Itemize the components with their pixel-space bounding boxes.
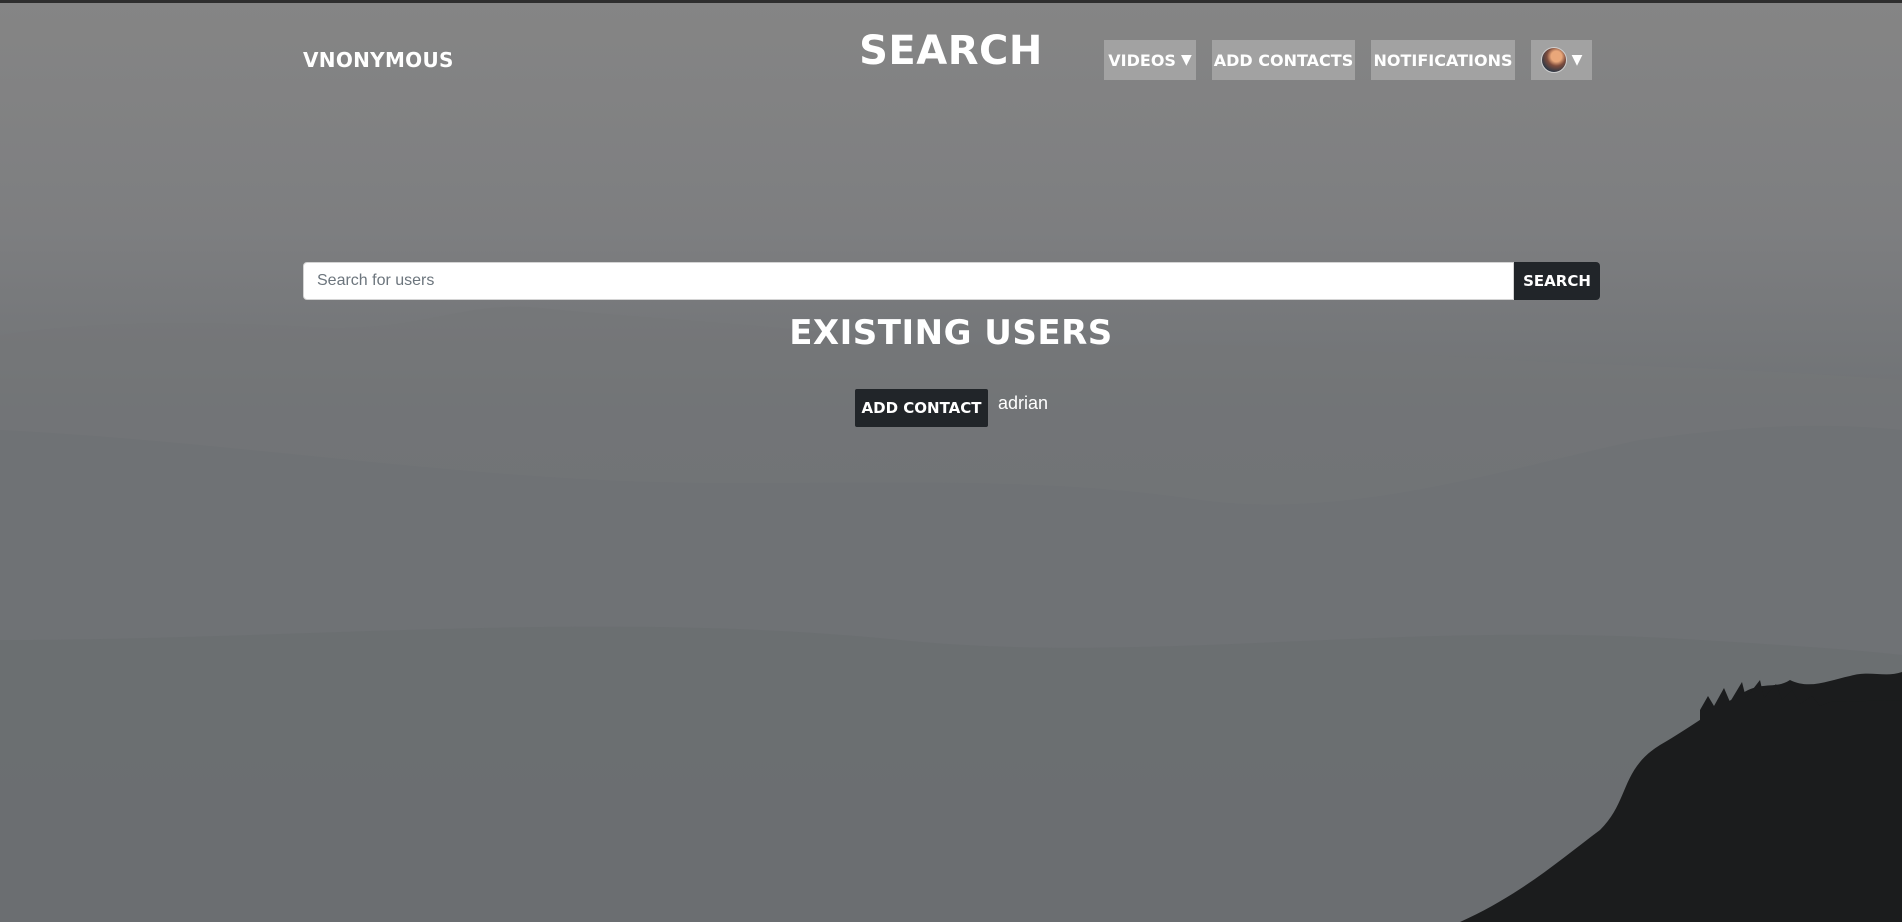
videos-menu-button[interactable]: VIDEOS ▼: [1104, 40, 1196, 80]
search-button[interactable]: SEARCH: [1514, 262, 1600, 300]
add-contact-button[interactable]: ADD CONTACT: [855, 389, 988, 427]
username: adrian: [998, 393, 1049, 413]
chevron-down-icon: ▼: [1180, 52, 1192, 68]
chevron-down-icon: ▼: [1571, 52, 1583, 68]
existing-users-heading: EXISTING USERS: [789, 313, 1113, 353]
background-landscape: [0, 306, 1902, 922]
profile-menu-button[interactable]: ▼: [1531, 40, 1592, 80]
notifications-button[interactable]: NOTIFICATIONS: [1371, 40, 1515, 80]
videos-label: VIDEOS: [1108, 50, 1176, 70]
add-contacts-button[interactable]: ADD CONTACTS: [1212, 40, 1355, 80]
search-bar: SEARCH: [303, 262, 1600, 300]
page-title: SEARCH: [859, 28, 1043, 74]
add-contacts-label: ADD CONTACTS: [1213, 50, 1354, 70]
avatar: [1540, 47, 1567, 73]
search-input[interactable]: [303, 262, 1514, 300]
user-row: ADD CONTACT adrian: [855, 389, 1048, 427]
notifications-label: NOTIFICATIONS: [1373, 50, 1513, 70]
